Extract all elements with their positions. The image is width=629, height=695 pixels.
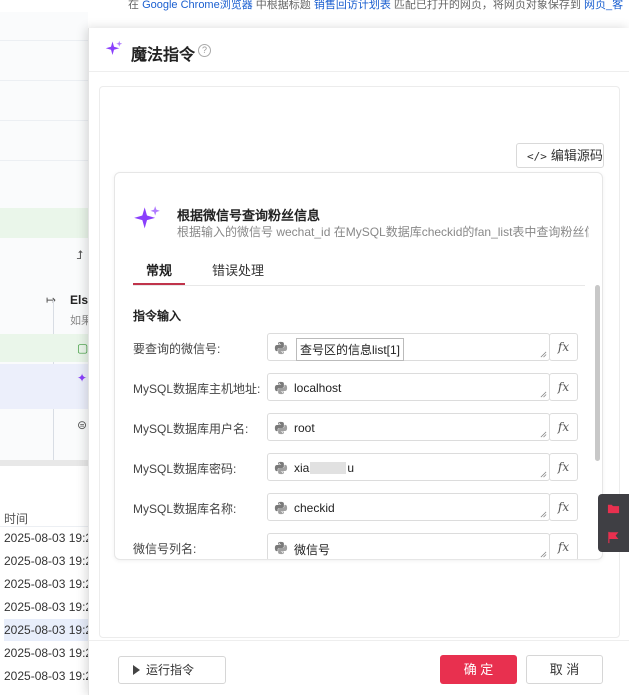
resize-icon[interactable] [540, 351, 547, 358]
flow-step-else[interactable]: Els [70, 293, 88, 307]
fx-icon[interactable]: fx [549, 533, 578, 559]
dialog-header: 魔法指令 ? [89, 28, 629, 72]
magic-instruction-dialog: 魔法指令 ? </> 编辑源码 根据微信号查询粉丝信息 根据输入的微信号 wech… [88, 28, 629, 695]
edit-source-button[interactable]: </> 编辑源码 [516, 143, 604, 168]
field-row-wechat-column: 微信号列名: 微信号 fx [115, 533, 585, 559]
section-title-inputs: 指令输入 [133, 309, 182, 323]
branch-icon: ↦ [46, 293, 57, 307]
field-row-mysql-database: MySQL数据库名称: checkid fx [115, 493, 585, 523]
python-icon [274, 421, 288, 435]
step-icon: ▢ [77, 341, 89, 355]
tab-error-handling[interactable]: 错误处理 [212, 263, 264, 287]
background-instruction-text: 在 Google Chrome浏览器 中根据标题 销售回访计划表 匹配已打开的网… [128, 0, 629, 12]
mysql-database-input[interactable]: checkid [267, 493, 550, 521]
field-row-mysql-host: MySQL数据库主机地址: localhost fx [115, 373, 585, 403]
divider [0, 80, 88, 81]
log-row[interactable]: 2025-08-03 19:2 [4, 573, 88, 595]
bg-link-title[interactable]: 销售回访计划表 [314, 0, 391, 11]
log-row[interactable]: 2025-08-03 19:2 [4, 550, 88, 572]
instruction-card: 根据微信号查询粉丝信息 根据输入的微信号 wechat_id 在MySQL数据库… [114, 172, 603, 560]
bg-link-variable[interactable]: 网页_客 [584, 0, 623, 11]
mysql-user-input[interactable]: root [267, 413, 550, 441]
wechat-id-input[interactable]: 查号区的信息list[1] [267, 333, 550, 361]
wechat-column-input[interactable]: 微信号 [267, 533, 550, 559]
field-label: 微信号列名: [133, 542, 197, 556]
flow-step-highlight[interactable] [0, 334, 88, 362]
mysql-password-input[interactable]: xia u [267, 453, 550, 481]
python-icon [274, 341, 288, 355]
loop-arrow-icon: ⮥ [76, 248, 84, 262]
password-prefix: xia [294, 461, 310, 475]
fx-icon[interactable]: fx [549, 413, 578, 441]
log-row[interactable]: 2025-08-03 19:2 [4, 619, 88, 641]
field-row-mysql-user: MySQL数据库用户名: root fx [115, 413, 585, 443]
python-icon [274, 541, 288, 555]
divider [133, 285, 585, 286]
help-icon[interactable]: ? [198, 44, 211, 57]
field-label: MySQL数据库用户名: [133, 422, 249, 436]
divider [0, 120, 88, 121]
field-label: MySQL数据库密码: [133, 462, 237, 476]
masked-text [310, 462, 347, 474]
flow-step-selected[interactable] [0, 364, 88, 409]
folder-icon [607, 504, 620, 514]
fx-icon[interactable]: fx [549, 333, 578, 361]
resize-icon[interactable] [540, 431, 547, 438]
instruction-title: 根据微信号查询粉丝信息 [177, 208, 321, 223]
field-value: localhost [294, 381, 342, 395]
divider [0, 40, 88, 41]
log-row[interactable]: 2025-08-03 19:2 [4, 642, 88, 664]
bg-link-browser[interactable]: Google Chrome浏览器 [142, 0, 253, 11]
resize-icon[interactable] [540, 551, 547, 558]
resize-icon[interactable] [540, 391, 547, 398]
divider [0, 160, 88, 161]
bg-text: 匹配已打开的网页，将网页对象保存到 [390, 0, 584, 11]
sparkle-icon [105, 40, 123, 55]
side-tool-folder[interactable] [598, 494, 629, 523]
python-icon [274, 381, 288, 395]
database-icon: ⊜ [77, 418, 88, 432]
python-icon [274, 501, 288, 515]
log-row[interactable]: 2025-08-03 19:2 [4, 596, 88, 618]
resize-icon[interactable] [540, 471, 547, 478]
dialog-title: 魔法指令 [131, 47, 196, 64]
sparkle-icon: ✦ [77, 371, 88, 385]
run-instruction-button[interactable]: 运行指令 [118, 656, 226, 684]
fx-icon[interactable]: fx [549, 373, 578, 401]
field-row-mysql-password: MySQL数据库密码: xia u fx [115, 453, 585, 483]
bg-text: 在 [128, 0, 143, 11]
log-column-time: 时间 [4, 512, 29, 526]
flag-icon [608, 531, 619, 544]
fx-icon[interactable]: fx [549, 493, 578, 521]
edit-source-label: 编辑源码 [550, 148, 603, 163]
fx-icon[interactable]: fx [549, 453, 578, 481]
field-label: MySQL数据库名称: [133, 502, 237, 516]
mysql-host-input[interactable]: localhost [267, 373, 550, 401]
instruction-description: 根据输入的微信号 wechat_id 在MySQL数据库checkid的fan_… [177, 225, 589, 239]
code-icon: </> [527, 150, 547, 163]
python-icon [274, 461, 288, 475]
card-scrollbar[interactable] [595, 285, 600, 461]
run-instruction-label: 运行指令 [146, 663, 195, 677]
field-value: checkid [294, 501, 335, 515]
sparkle-icon [134, 206, 160, 229]
bg-text: 中根据标题 [252, 0, 314, 11]
side-tool-flag[interactable] [598, 523, 629, 552]
field-value: 微信号 [294, 543, 331, 557]
field-label: 要查询的微信号: [133, 342, 221, 356]
divider [0, 460, 88, 466]
password-suffix: u [347, 461, 355, 475]
play-icon [133, 665, 140, 675]
field-label: MySQL数据库主机地址: [133, 382, 261, 396]
field-value: root [294, 421, 315, 435]
resize-icon[interactable] [540, 511, 547, 518]
flow-step-highlight[interactable] [0, 208, 88, 238]
field-value: 查号区的信息list[1] [296, 338, 405, 361]
log-row[interactable]: 2025-08-03 19:2 [4, 527, 88, 549]
confirm-button[interactable]: 确 定 [440, 655, 517, 684]
cancel-button[interactable]: 取 消 [526, 655, 603, 684]
field-value: xia u [294, 461, 354, 475]
field-row-wechat-id: 要查询的微信号: 查号区的信息list[1] fx [115, 333, 585, 363]
log-row[interactable]: 2025-08-03 19:2 [4, 665, 88, 687]
